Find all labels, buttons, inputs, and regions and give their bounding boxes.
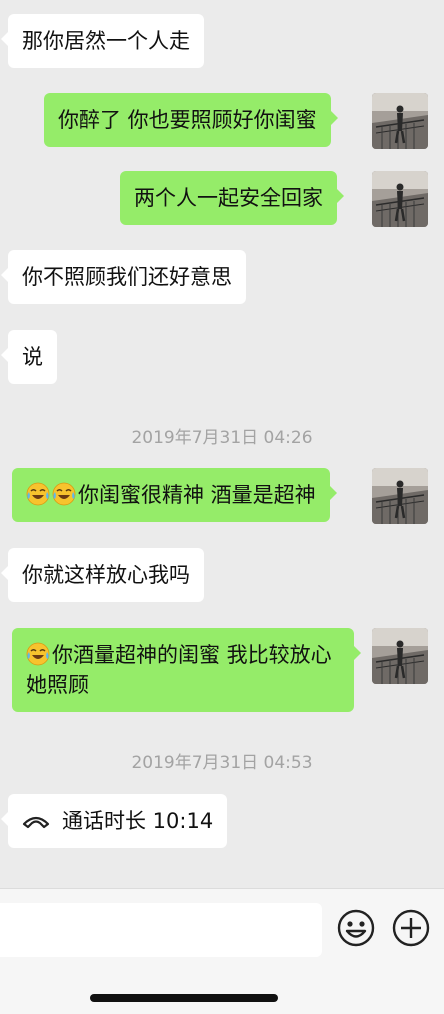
avatar[interactable] <box>372 468 428 524</box>
message-text: 两个人一起安全回家 <box>134 186 323 210</box>
emoji-smile-icon[interactable] <box>336 908 376 948</box>
phone-hangup-icon <box>22 816 50 829</box>
message-bubble-incoming[interactable]: 你不照顾我们还好意思 <box>1 250 246 304</box>
face-with-tears-of-joy-icon <box>52 482 76 506</box>
message-bubble-outgoing[interactable]: 两个人一起安全回家 <box>120 171 344 225</box>
message-bubble-incoming[interactable]: 你就这样放心我吗 <box>1 548 204 602</box>
message-bubble-incoming[interactable]: 说 <box>1 330 57 384</box>
message-bubble-incoming[interactable]: 那你居然一个人走 <box>1 14 204 68</box>
message-bubble-outgoing[interactable]: 你酒量超神的闺蜜 我比较放心她照顾 <box>12 628 361 712</box>
message-input[interactable] <box>0 903 322 957</box>
chat-history: 那你居然一个人走 你醉了 你也要照顾好你闺蜜 两个人一起安全回家 你不照顾我们还… <box>0 0 444 888</box>
avatar[interactable] <box>372 93 428 149</box>
message-bubble-outgoing[interactable]: 你醉了 你也要照顾好你闺蜜 <box>44 93 338 147</box>
message-text: 那你居然一个人走 <box>22 29 190 53</box>
avatar[interactable] <box>372 171 428 227</box>
call-record-bubble[interactable]: 通话时长 10:14 <box>0 794 228 848</box>
face-with-tears-of-joy-icon <box>26 482 50 506</box>
message-text: 你就这样放心我吗 <box>22 563 190 587</box>
message-text: 你不照顾我们还好意思 <box>22 265 232 289</box>
message-text: 你醉了 你也要照顾好你闺蜜 <box>58 108 317 132</box>
message-text: 你酒量超神的闺蜜 我比较放心她照顾 <box>26 643 332 697</box>
message-text: 你闺蜜很精神 酒量是超神 <box>78 483 316 507</box>
timestamp: 2019年7月31日 04:53 <box>131 753 313 773</box>
avatar[interactable] <box>372 628 428 684</box>
call-duration-text: 通话时长 10:14 <box>62 809 214 833</box>
message-text: 说 <box>22 345 43 369</box>
home-indicator[interactable] <box>90 994 278 1002</box>
face-with-tears-of-joy-icon <box>26 642 50 666</box>
timestamp: 2019年7月31日 04:26 <box>131 428 313 448</box>
plus-circle-icon[interactable] <box>391 908 431 948</box>
message-bubble-outgoing[interactable]: 你闺蜜很精神 酒量是超神 <box>12 468 337 522</box>
